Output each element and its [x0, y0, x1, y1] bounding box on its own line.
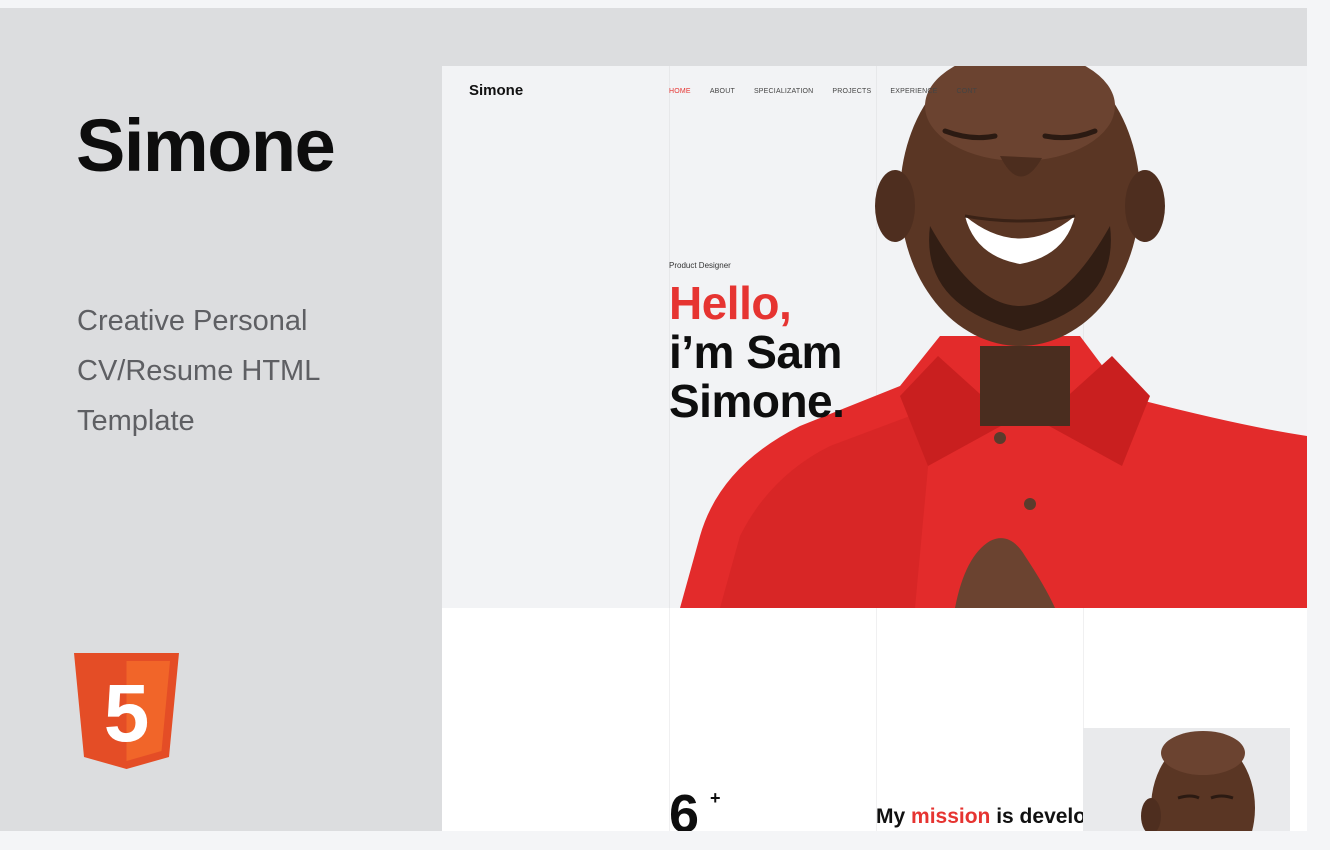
grid-line — [876, 608, 877, 831]
hero-section: Simone HOME ABOUT SPECIALIZATION PROJECT… — [442, 66, 1307, 608]
nav-item-projects[interactable]: PROJECTS — [832, 88, 871, 95]
html5-icon: 5 — [74, 653, 179, 769]
about-section: 6 + My mission is develope — [442, 608, 1307, 831]
nav-item-about[interactable]: ABOUT — [710, 88, 735, 95]
site-nav: HOME ABOUT SPECIALIZATION PROJECTS EXPER… — [669, 88, 977, 95]
stat-number: 6 — [669, 784, 700, 831]
nav-item-home[interactable]: HOME — [669, 88, 691, 95]
site-brand[interactable]: Simone — [469, 82, 523, 99]
hero-headline: Hello, i’m Sam Simone. — [669, 277, 845, 427]
promo-banner: Simone Creative Personal CV/Resume HTML … — [0, 8, 1307, 831]
template-preview: Simone HOME ABOUT SPECIALIZATION PROJECT… — [442, 66, 1307, 831]
stat-suffix: + — [710, 788, 721, 808]
headline-line: i’m Sam — [669, 326, 842, 378]
nav-item-contact[interactable]: CONT — [956, 88, 977, 95]
mission-pre: My — [876, 805, 912, 828]
headline-line: Simone. — [669, 375, 845, 427]
promo-title: Simone — [76, 104, 336, 187]
html5-badge-digit: 5 — [104, 668, 150, 759]
subtitle-line: CV/Resume HTML — [77, 355, 321, 387]
subtitle-line: Template — [77, 405, 195, 437]
subtitle-line: Creative Personal — [77, 305, 308, 337]
mission-statement: My mission is develope — [876, 805, 1111, 829]
nav-item-experience[interactable]: EXPERIENCE — [890, 88, 937, 95]
promo-subtitle: Creative Personal CV/Resume HTML Templat… — [77, 296, 397, 446]
headline-accent: Hello, — [669, 277, 792, 329]
about-portrait — [1141, 731, 1255, 831]
nav-item-specialization[interactable]: SPECIALIZATION — [754, 88, 813, 95]
hero-role: Product Designer — [669, 261, 731, 270]
about-photo — [1083, 728, 1290, 831]
mission-accent: mission — [911, 805, 991, 828]
